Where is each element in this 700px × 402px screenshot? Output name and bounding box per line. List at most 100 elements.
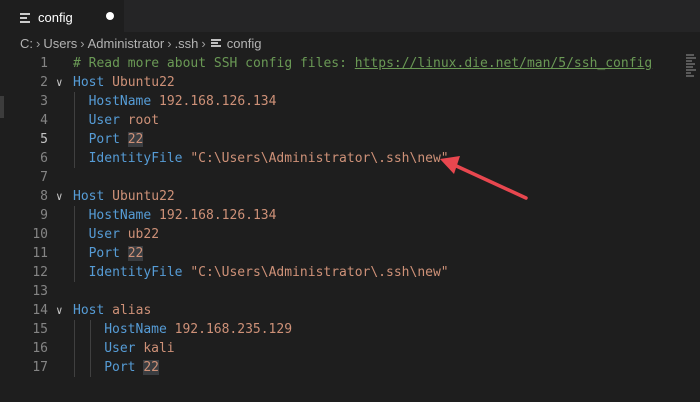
token-kw: HostName [88, 94, 152, 109]
chevron-right-icon: › [80, 35, 85, 51]
code-text: Host Ubuntu22 [73, 73, 175, 92]
token-val: 192.168.235.129 [174, 322, 293, 337]
token-val: alias [112, 303, 152, 318]
line-number: 5 [40, 132, 48, 147]
token-val: kali [143, 341, 175, 356]
code-line[interactable]: 16 User kali [0, 339, 680, 358]
token-kw: Port [88, 132, 120, 147]
line-number: 3 [40, 94, 48, 109]
fold-chevron-icon[interactable]: ∨ [56, 301, 68, 320]
line-number: 11 [32, 246, 48, 261]
token-val: 192.168.126.134 [159, 94, 277, 109]
code-line[interactable]: 17 Port 22 [0, 358, 680, 377]
token-num: 22 [143, 360, 159, 375]
code-text: Host Ubuntu22 [73, 187, 175, 206]
code-text: User kali [104, 339, 174, 358]
token-num: 22 [127, 246, 144, 261]
code-line[interactable]: 12 IdentityFile "C:\Users\Administrator\.… [0, 263, 680, 282]
token-val: Ubuntu22 [112, 189, 175, 204]
token-val: "C:\Users\Administrator\.ssh\new" [190, 265, 449, 280]
code-line[interactable]: 13 [0, 282, 680, 301]
token-num: 22 [127, 132, 144, 147]
token-kw: Host [73, 189, 105, 204]
indent-guide [74, 206, 75, 282]
code-line[interactable]: 11 Port 22 [0, 244, 680, 263]
line-number: 16 [32, 341, 48, 356]
token-kw: User [88, 113, 120, 128]
token-val: "C:\Users\Administrator\.ssh\new" [190, 151, 449, 166]
code-line[interactable]: 7 [0, 168, 680, 187]
line-number: 17 [32, 360, 48, 375]
breadcrumb-config[interactable]: config [227, 36, 262, 51]
fold-chevron-icon[interactable]: ∨ [56, 73, 68, 92]
breadcrumb-ssh[interactable]: .ssh [175, 36, 199, 51]
line-number: 13 [32, 284, 48, 299]
token-link[interactable]: https://linux.die.net/man/5/ssh_config [355, 56, 652, 71]
token-kw: User [104, 341, 136, 356]
indent-guide [74, 320, 75, 377]
code-text: Port 22 [89, 244, 144, 263]
tab-label: config [38, 9, 73, 25]
token-comment: # Read more about SSH config files: [73, 56, 355, 71]
breadcrumb-administrator[interactable]: Administrator [88, 36, 165, 51]
annotation-arrow [440, 156, 528, 200]
line-number: 14 [32, 303, 48, 318]
code-line[interactable]: 8 ∨ Host Ubuntu22 [0, 187, 680, 206]
chevron-right-icon: › [36, 35, 41, 51]
code-text: IdentityFile "C:\Users\Administrator\.ss… [89, 263, 449, 282]
unsaved-dot-icon[interactable] [106, 12, 114, 20]
code-text: HostName 192.168.235.129 [104, 320, 292, 339]
line-number: 1 [40, 56, 48, 71]
code-line[interactable]: 10 User ub22 [0, 225, 680, 244]
breadcrumb-drive[interactable]: C: [20, 36, 33, 51]
token-val: 192.168.126.134 [159, 208, 277, 223]
code-line[interactable]: 9 HostName 192.168.126.134 [0, 206, 680, 225]
token-val: Ubuntu22 [112, 75, 175, 90]
token-val: root [127, 113, 160, 128]
code-line[interactable]: 14 ∨ Host alias [0, 301, 680, 320]
fold-chevron-icon[interactable]: ∨ [56, 187, 68, 206]
code-line[interactable]: 2 ∨ Host Ubuntu22 [0, 73, 680, 92]
token-kw: HostName [88, 208, 152, 223]
token-kw: IdentityFile [88, 151, 183, 166]
code-line[interactable]: 1 # Read more about SSH config files: htt… [0, 54, 680, 73]
breadcrumb: C: › Users › Administrator › .ssh › conf… [0, 32, 700, 54]
token-kw: Host [73, 75, 105, 90]
code-line[interactable]: 15 HostName 192.168.235.129 [0, 320, 680, 339]
minimap[interactable] [686, 54, 698, 84]
code-editor[interactable]: 1 # Read more about SSH config files: htt… [0, 54, 700, 402]
token-kw: Host [73, 303, 105, 318]
code-text: User ub22 [89, 225, 159, 244]
indent-guide [74, 92, 75, 168]
token-kw: IdentityFile [88, 265, 183, 280]
tab-config[interactable]: config [0, 0, 124, 33]
line-number: 4 [40, 113, 48, 128]
line-number: 7 [40, 170, 48, 185]
chevron-right-icon: › [167, 35, 172, 51]
code-text: HostName 192.168.126.134 [89, 92, 277, 111]
breadcrumb-users[interactable]: Users [43, 36, 77, 51]
line-number: 6 [40, 151, 48, 166]
code-line[interactable]: 4 User root [0, 111, 680, 130]
code-line[interactable]: 3 HostName 192.168.126.134 [0, 92, 680, 111]
lines-icon [210, 38, 222, 48]
code-text: Host alias [73, 301, 151, 320]
token-val: ub22 [127, 227, 160, 242]
lines-icon [20, 11, 32, 23]
code-line[interactable]: 5 Port 22 [0, 130, 680, 149]
indent-guide [89, 320, 91, 377]
line-number: 15 [32, 322, 48, 337]
code-text: User root [89, 111, 159, 130]
line-number: 8 [40, 189, 48, 204]
line-number: 10 [32, 227, 48, 242]
code-line[interactable]: 6 IdentityFile "C:\Users\Administrator\.s… [0, 149, 680, 168]
